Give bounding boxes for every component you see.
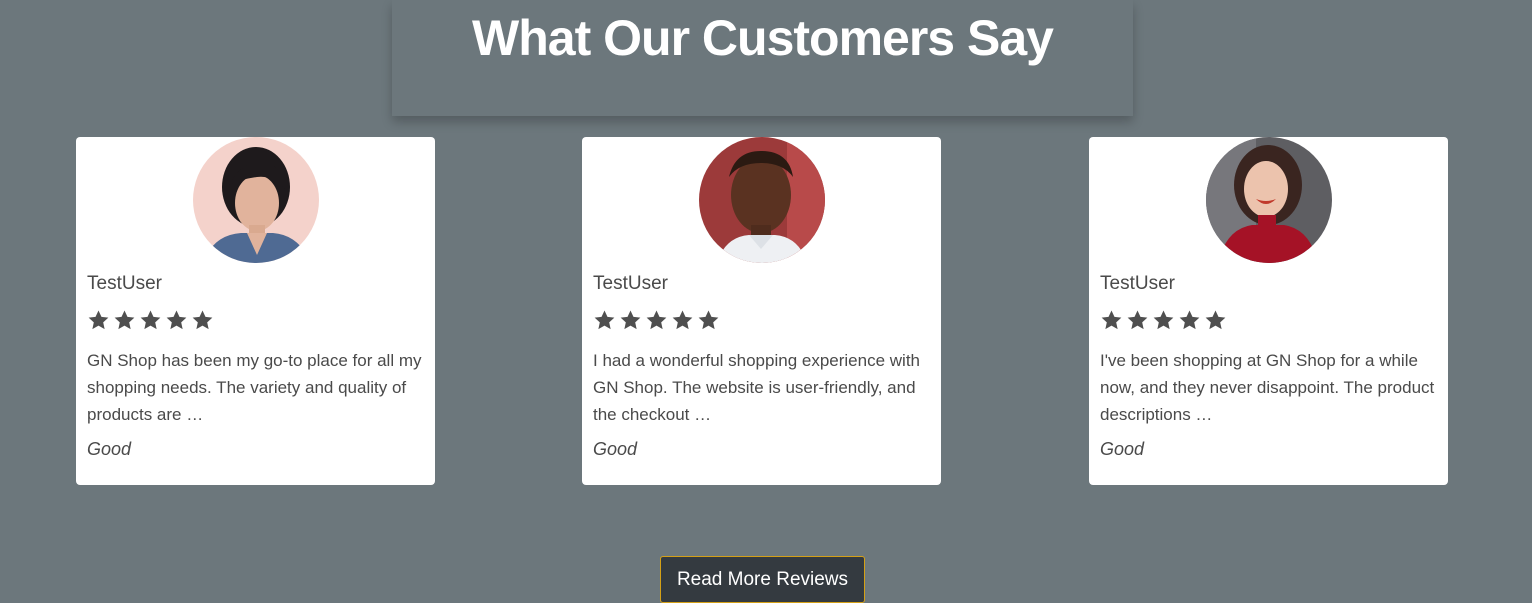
- read-more-reviews-button[interactable]: Read More Reviews: [660, 556, 865, 603]
- star-icon: [1127, 310, 1148, 330]
- star-icon: [1153, 310, 1174, 330]
- star-icon: [698, 310, 719, 330]
- review-card: TestUser GN Shop has been my go-to place…: [76, 137, 435, 485]
- star-rating: [87, 309, 214, 332]
- avatar: [1205, 137, 1332, 263]
- rating-label: Good: [1100, 439, 1145, 459]
- rating-label: Good: [87, 439, 132, 459]
- review-text: I had a wonderful shopping experience wi…: [593, 351, 920, 424]
- rating-label: Good: [593, 439, 638, 459]
- star-icon: [594, 310, 615, 330]
- avatar: [698, 137, 825, 263]
- star-icon: [114, 310, 135, 330]
- section-header: What Our Customers Say: [392, 0, 1133, 116]
- review-card: TestUser I've been shopping at GN Shop f…: [1089, 137, 1448, 485]
- star-icon: [166, 310, 187, 330]
- avatar: [192, 137, 319, 263]
- star-rating: [593, 309, 720, 332]
- star-rating: [1100, 309, 1227, 332]
- star-icon: [1101, 310, 1122, 330]
- reviewer-name: TestUser: [593, 273, 668, 294]
- star-icon: [192, 310, 213, 330]
- review-text: GN Shop has been my go-to place for all …: [87, 351, 422, 424]
- star-icon: [672, 310, 693, 330]
- section-title: What Our Customers Say: [472, 10, 1054, 66]
- star-icon: [1205, 310, 1226, 330]
- star-icon: [88, 310, 109, 330]
- star-icon: [140, 310, 161, 330]
- reviewer-name: TestUser: [1100, 273, 1175, 294]
- review-card: TestUser I had a wonderful shopping expe…: [582, 137, 941, 485]
- review-text: I've been shopping at GN Shop for a whil…: [1100, 351, 1435, 424]
- star-icon: [620, 310, 641, 330]
- star-icon: [646, 310, 667, 330]
- reviewer-name: TestUser: [87, 273, 162, 294]
- star-icon: [1179, 310, 1200, 330]
